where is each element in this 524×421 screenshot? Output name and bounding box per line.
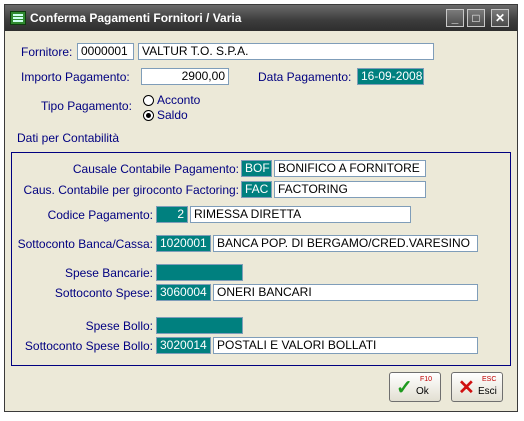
- sottoconto-banca-label: Sottoconto Banca/Cassa:: [17, 237, 153, 251]
- window-title: Conferma Pagamenti Fornitori / Varia: [30, 11, 242, 25]
- causale-factoring-code[interactable]: FAC: [241, 181, 272, 198]
- sottoconto-bollo-code[interactable]: 3020014: [156, 337, 211, 354]
- ok-button[interactable]: ✓ F10 Ok: [389, 372, 441, 402]
- causale-factoring-desc[interactable]: FACTORING: [274, 181, 426, 198]
- minimize-button[interactable]: _: [446, 9, 464, 27]
- sottoconto-spese-desc[interactable]: ONERI BANCARI: [213, 284, 478, 301]
- causale-pagamento-code[interactable]: BOF: [241, 160, 272, 177]
- data-pagamento-field[interactable]: 16-09-2008: [357, 68, 424, 85]
- causale-factoring-label: Caus. Contabile per giroconto Factoring:: [23, 183, 239, 197]
- check-icon: ✓: [396, 377, 413, 399]
- causale-pagamento-label: Causale Contabile Pagamento:: [72, 162, 239, 176]
- ok-shortcut: F10: [420, 376, 433, 383]
- sottoconto-banca-desc[interactable]: BANCA POP. DI BERGAMO/CRED.VARESINO: [213, 235, 478, 252]
- fornitore-label: Fornitore:: [21, 45, 73, 59]
- codice-pagamento-label: Codice Pagamento:: [47, 208, 153, 222]
- importo-label: Importo Pagamento:: [21, 70, 130, 84]
- sottoconto-bollo-label: Sottoconto Spese Bollo:: [24, 339, 153, 353]
- title-bar[interactable]: Conferma Pagamenti Fornitori / Varia _ □…: [5, 5, 517, 31]
- codice-pagamento-desc[interactable]: RIMESSA DIRETTA: [190, 206, 411, 223]
- causale-pagamento-desc[interactable]: BONIFICO A FORNITORE: [274, 160, 426, 177]
- fornitore-code-field[interactable]: 0000001: [77, 43, 134, 60]
- spese-bollo-label: Spese Bollo:: [85, 319, 153, 333]
- radio-saldo-label[interactable]: Saldo: [157, 108, 188, 122]
- close-button[interactable]: ✕: [491, 9, 509, 27]
- codice-pagamento-code[interactable]: 2: [156, 206, 188, 223]
- maximize-button[interactable]: □: [467, 9, 485, 27]
- ok-label: Ok: [416, 386, 429, 397]
- esci-label: Esci: [478, 386, 497, 397]
- app-icon: [10, 11, 26, 25]
- tipo-pagamento-label: Tipo Pagamento:: [41, 99, 132, 113]
- spese-bancarie-label: Spese Bancarie:: [64, 266, 153, 280]
- dialog-window: Conferma Pagamenti Fornitori / Varia _ □…: [4, 4, 518, 412]
- sottoconto-banca-code[interactable]: 1020001: [156, 235, 211, 252]
- sottoconto-bollo-desc[interactable]: POSTALI E VALORI BOLLATI: [213, 337, 478, 354]
- radio-saldo[interactable]: [143, 110, 154, 121]
- radio-acconto-label[interactable]: Acconto: [157, 93, 200, 107]
- fornitore-name-field[interactable]: VALTUR T.O. S.P.A.: [138, 43, 434, 60]
- sottoconto-spese-code[interactable]: 3060004: [156, 284, 211, 301]
- cross-icon: ✕: [458, 377, 475, 399]
- radio-acconto[interactable]: [143, 95, 154, 106]
- esci-shortcut: ESC: [482, 376, 497, 383]
- data-pagamento-label: Data Pagamento:: [258, 70, 352, 84]
- spese-bollo-field[interactable]: [156, 317, 243, 334]
- esci-button[interactable]: ✕ ESC Esci: [451, 372, 503, 402]
- section-title: Dati per Contabilità: [17, 131, 120, 145]
- sottoconto-spese-label: Sottoconto Spese:: [54, 286, 153, 300]
- importo-field[interactable]: 2900,00: [141, 68, 229, 85]
- spese-bancarie-field[interactable]: [156, 264, 243, 281]
